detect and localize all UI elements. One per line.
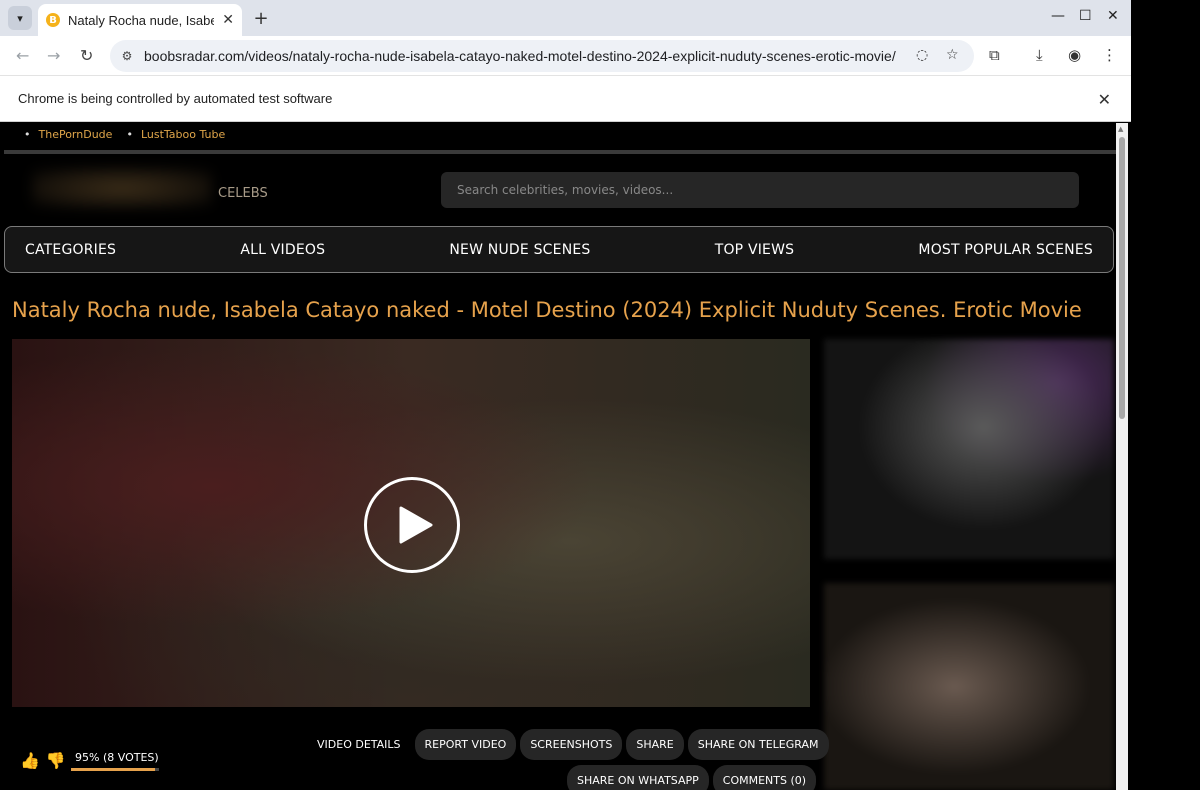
forward-icon[interactable]: → xyxy=(47,46,60,65)
video-player[interactable] xyxy=(12,339,810,707)
infobar-text: Chrome is being controlled by automated … xyxy=(18,91,333,106)
divider xyxy=(4,150,1116,154)
main-nav: CATEGORIES ALL VIDEOS NEW NUDE SCENES TO… xyxy=(4,226,1114,273)
share-button[interactable]: SHARE xyxy=(626,729,684,760)
rating-text: 95% (8 VOTES) xyxy=(75,751,159,764)
play-icon[interactable] xyxy=(364,477,460,573)
screenshots-button[interactable]: SCREENSHOTS xyxy=(520,729,623,760)
nav-categories[interactable]: CATEGORIES xyxy=(25,242,116,258)
rating-controls: 👍 👎 xyxy=(20,751,66,770)
toolbar: ← → ↻ ⚙ boobsradar.com/videos/nataly-roc… xyxy=(0,36,1131,76)
scroll-thumb[interactable] xyxy=(1119,137,1125,419)
page-viewport: ThePornDude LustTaboo Tube CELEBS CATEGO… xyxy=(4,123,1116,790)
active-tab[interactable]: B Nataly Rocha nude, Isabe ✕ xyxy=(38,4,242,36)
minimize-icon[interactable]: — xyxy=(1051,8,1065,24)
page-scrollbar[interactable]: ▲ xyxy=(1116,123,1128,790)
address-bar[interactable]: ⚙ boobsradar.com/videos/nataly-rocha-nud… xyxy=(110,40,974,72)
rating-fill xyxy=(71,768,155,771)
infobar-close-icon[interactable]: ✕ xyxy=(1098,90,1111,109)
download-icon[interactable]: ⤓ xyxy=(1036,46,1043,64)
celebs-link[interactable]: CELEBS xyxy=(218,186,268,201)
page-title: Nataly Rocha nude, Isabela Catayo naked … xyxy=(12,298,1082,322)
nav-most-popular-scenes[interactable]: MOST POPULAR SCENES xyxy=(918,242,1093,258)
window-close-icon[interactable]: ✕ xyxy=(1107,8,1119,24)
related-video-thumbnail[interactable] xyxy=(824,339,1114,559)
desktop-background xyxy=(1131,0,1200,790)
video-actions-row2: SHARE ON WHATSAPP COMMENTS (0) xyxy=(567,765,817,790)
maximize-icon[interactable]: ☐ xyxy=(1079,8,1092,24)
tab-strip: ▾ B Nataly Rocha nude, Isabe ✕ + — ☐ ✕ xyxy=(0,0,1131,36)
site-logo[interactable] xyxy=(32,168,212,208)
url-text: boobsradar.com/videos/nataly-rocha-nude-… xyxy=(144,48,896,64)
thumbs-up-icon[interactable]: 👍 xyxy=(20,751,40,770)
share-whatsapp-button[interactable]: SHARE ON WHATSAPP xyxy=(567,765,709,790)
bookmark-star-icon[interactable]: ☆ xyxy=(946,47,959,63)
related-video-thumbnail[interactable] xyxy=(824,583,1114,790)
video-actions: VIDEO DETAILS REPORT VIDEO SCREENSHOTS S… xyxy=(307,729,829,760)
nav-new-nude-scenes[interactable]: NEW NUDE SCENES xyxy=(449,242,590,258)
search-input[interactable] xyxy=(457,183,1079,197)
site-favicon-icon: B xyxy=(46,13,60,27)
nav-top-views[interactable]: TOP VIEWS xyxy=(715,242,795,258)
comments-button[interactable]: COMMENTS (0) xyxy=(712,765,817,790)
rating-bar xyxy=(71,768,159,771)
profile-icon[interactable]: ◉ xyxy=(1068,46,1081,64)
back-icon[interactable]: ← xyxy=(16,46,29,65)
top-links: ThePornDude LustTaboo Tube xyxy=(24,128,226,141)
tab-search-button[interactable]: ▾ xyxy=(8,6,32,30)
report-video-button[interactable]: REPORT VIDEO xyxy=(414,729,517,760)
video-details-button[interactable]: VIDEO DETAILS xyxy=(307,729,411,760)
nav-all-videos[interactable]: ALL VIDEOS xyxy=(240,242,325,258)
scroll-up-icon[interactable]: ▲ xyxy=(1118,125,1123,133)
extensions-icon[interactable]: ⧉ xyxy=(989,46,1000,64)
search-box xyxy=(441,172,1079,208)
browser-window: ▾ B Nataly Rocha nude, Isabe ✕ + — ☐ ✕ ←… xyxy=(0,0,1131,790)
top-link[interactable]: ThePornDude xyxy=(24,128,113,141)
share-telegram-button[interactable]: SHARE ON TELEGRAM xyxy=(687,729,829,760)
tab-close-icon[interactable]: ✕ xyxy=(222,12,234,28)
automation-infobar: Chrome is being controlled by automated … xyxy=(0,76,1131,122)
site-info-icon[interactable]: ⚙ xyxy=(118,47,136,65)
top-link[interactable]: LustTaboo Tube xyxy=(126,128,225,141)
menu-icon[interactable]: ⋮ xyxy=(1102,46,1117,64)
new-tab-button[interactable]: + xyxy=(250,7,272,29)
eye-slash-icon[interactable]: ◌ xyxy=(916,47,928,63)
reload-icon[interactable]: ↻ xyxy=(80,46,93,65)
thumbs-down-icon[interactable]: 👎 xyxy=(46,751,66,770)
tab-title: Nataly Rocha nude, Isabe xyxy=(68,12,214,28)
